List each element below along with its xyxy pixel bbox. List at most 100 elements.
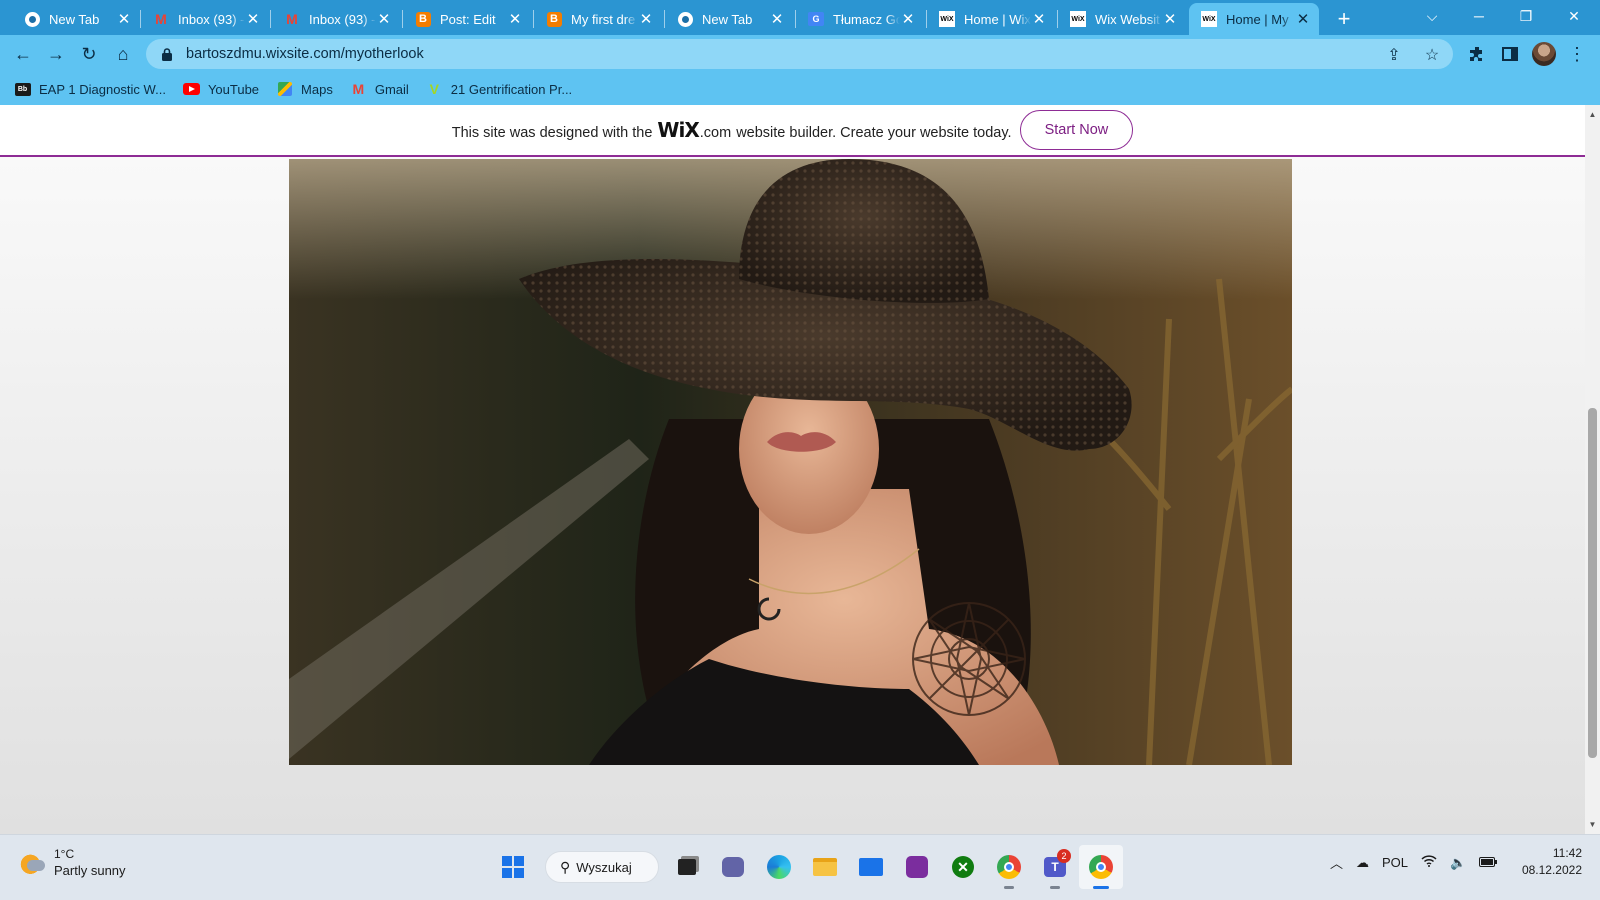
tab-inbox-2[interactable]: M Inbox (93) - ✕: [272, 3, 400, 35]
eap-icon: Bb: [14, 81, 31, 97]
forward-icon[interactable]: →: [41, 39, 71, 69]
wifi-icon[interactable]: [1421, 855, 1437, 870]
bookmark-gmail[interactable]: M Gmail: [350, 81, 409, 97]
tab-home-my-active[interactable]: WiX Home | My ✕: [1189, 3, 1319, 35]
extensions-icon[interactable]: [1462, 39, 1492, 69]
scroll-down-icon[interactable]: ▼: [1585, 817, 1600, 832]
clock-date: 08.12.2022: [1521, 863, 1582, 877]
gmail-icon: M: [155, 11, 167, 27]
chrome-taskbar-icon[interactable]: [987, 845, 1031, 889]
tab-inbox-1[interactable]: M Inbox (93) - ✕: [141, 3, 269, 35]
taskbar-search[interactable]: ⚲ Wyszukaj: [545, 851, 659, 883]
side-panel-icon[interactable]: [1495, 39, 1525, 69]
tab-separator: [270, 10, 271, 28]
task-view-icon[interactable]: [665, 845, 709, 889]
banner-text-before: This site was designed with the: [451, 125, 653, 141]
minimize-icon[interactable]: ─: [1456, 0, 1502, 32]
close-icon[interactable]: ✕: [507, 11, 523, 28]
page-scrollbar[interactable]: ▲ ▼: [1585, 105, 1600, 834]
blogger-icon: B: [415, 11, 431, 27]
scrollbar-thumb[interactable]: [1588, 408, 1597, 758]
bookmark-maps[interactable]: Maps: [276, 81, 333, 97]
vocabulary-icon: V: [429, 81, 439, 97]
scroll-up-icon[interactable]: ▲: [1585, 107, 1600, 122]
close-icon[interactable]: ✕: [1031, 11, 1047, 28]
wix-icon: WiX: [1070, 11, 1086, 27]
close-icon[interactable]: ✕: [769, 11, 785, 28]
close-window-icon[interactable]: ✕: [1551, 0, 1597, 32]
bookmark-gentrification[interactable]: V 21 Gentrification Pr...: [426, 81, 573, 97]
tab-search-icon[interactable]: ⌵: [1409, 0, 1455, 32]
start-button[interactable]: [491, 845, 535, 889]
instagram-icon[interactable]: [895, 845, 939, 889]
tab-new-tab-1[interactable]: New Tab ✕: [12, 3, 140, 35]
xbox-icon[interactable]: ✕: [941, 845, 985, 889]
chrome-profile-taskbar-icon[interactable]: [1079, 845, 1123, 889]
tab-strip: New Tab ✕ M Inbox (93) - ✕ M Inbox (93) …: [0, 0, 1600, 35]
tab-title: Wix Websit: [1095, 11, 1160, 27]
tab-title: Tłumacz Go: [833, 11, 900, 27]
tab-wix-website[interactable]: WiX Wix Websit ✕: [1058, 3, 1186, 35]
tab-title: New Tab: [49, 11, 100, 27]
system-tray: ︿ ☁ POL 🔈: [1330, 853, 1498, 872]
close-icon[interactable]: ✕: [900, 11, 916, 28]
tab-my-first-dream[interactable]: B My first dre ✕: [534, 3, 662, 35]
tab-title: Inbox (93) -: [309, 11, 376, 27]
chrome-icon: [677, 11, 693, 27]
google-translate-icon: G: [808, 11, 824, 27]
banner-text-after: website builder. Create your website tod…: [736, 125, 1012, 141]
weather-widget[interactable]: 1°C Partly sunny: [20, 847, 126, 878]
tab-translate[interactable]: G Tłumacz Go ✕: [796, 3, 924, 35]
wix-dotcom: .com: [699, 125, 732, 141]
close-icon[interactable]: ✕: [1162, 11, 1178, 28]
bookmark-youtube[interactable]: YouTube: [182, 81, 259, 97]
wix-logo: WiX: [657, 118, 699, 142]
tab-title: My first dre: [571, 11, 636, 27]
new-tab-button[interactable]: +: [1330, 5, 1358, 33]
file-explorer-icon[interactable]: [803, 845, 847, 889]
bookmark-label: Maps: [301, 81, 333, 97]
close-icon[interactable]: ✕: [376, 11, 392, 28]
edge-icon[interactable]: [757, 845, 801, 889]
battery-icon[interactable]: [1479, 855, 1498, 870]
clock[interactable]: 11:42 08.12.2022: [1520, 845, 1582, 879]
browser-toolbar: ← → ↻ ⌂ bartoszdmu.wixsite.com/myotherlo…: [0, 35, 1600, 73]
language-indicator[interactable]: POL: [1382, 855, 1408, 870]
tab-new-tab-2[interactable]: New Tab ✕: [665, 3, 793, 35]
tab-home-wix[interactable]: WiX Home | Wix ✕: [927, 3, 1055, 35]
close-icon[interactable]: ✕: [1295, 11, 1311, 28]
close-icon[interactable]: ✕: [245, 11, 261, 28]
address-bar[interactable]: bartoszdmu.wixsite.com/myotherlook ⇪ ☆: [146, 39, 1453, 69]
teams-chat-icon[interactable]: [711, 845, 755, 889]
teams-icon[interactable]: T 2: [1033, 845, 1077, 889]
back-icon[interactable]: ←: [8, 39, 38, 69]
restore-icon[interactable]: ❐: [1503, 0, 1549, 32]
lock-icon[interactable]: [160, 47, 174, 61]
taskbar-apps: ⚲ Wyszukaj ✕ T 2: [491, 845, 1125, 889]
bookmark-eap[interactable]: Bb EAP 1 Diagnostic W...: [14, 81, 166, 97]
bookmarks-bar: Bb EAP 1 Diagnostic W... YouTube Maps M …: [0, 73, 1600, 105]
close-icon[interactable]: ✕: [116, 11, 132, 28]
wix-icon: WiX: [939, 11, 955, 27]
reload-icon[interactable]: ↻: [74, 39, 104, 69]
volume-icon[interactable]: 🔈: [1450, 855, 1466, 871]
start-now-button[interactable]: Start Now: [1019, 110, 1134, 150]
weather-desc: Partly sunny: [54, 863, 126, 878]
url-text[interactable]: bartoszdmu.wixsite.com/myotherlook: [186, 46, 424, 62]
bookmark-label: Gmail: [374, 81, 409, 97]
share-icon[interactable]: ⇪: [1383, 44, 1405, 66]
home-icon[interactable]: ⌂: [108, 39, 138, 69]
close-icon[interactable]: ✕: [638, 11, 654, 28]
bookmark-star-icon[interactable]: ☆: [1421, 44, 1443, 66]
tab-post-edit[interactable]: B Post: Edit ✕: [403, 3, 531, 35]
chevron-up-icon[interactable]: ︿: [1330, 853, 1343, 872]
tab-title: New Tab: [702, 11, 753, 27]
tab-title: Post: Edit: [440, 11, 496, 27]
tab-title: Inbox (93) -: [178, 11, 245, 27]
mail-icon[interactable]: [849, 845, 893, 889]
wix-icon: WiX: [1201, 11, 1217, 27]
onedrive-icon[interactable]: ☁: [1356, 855, 1369, 871]
menu-icon[interactable]: ⋮: [1562, 39, 1592, 69]
profile-avatar[interactable]: [1529, 39, 1559, 69]
gmail-icon: M: [352, 81, 365, 97]
